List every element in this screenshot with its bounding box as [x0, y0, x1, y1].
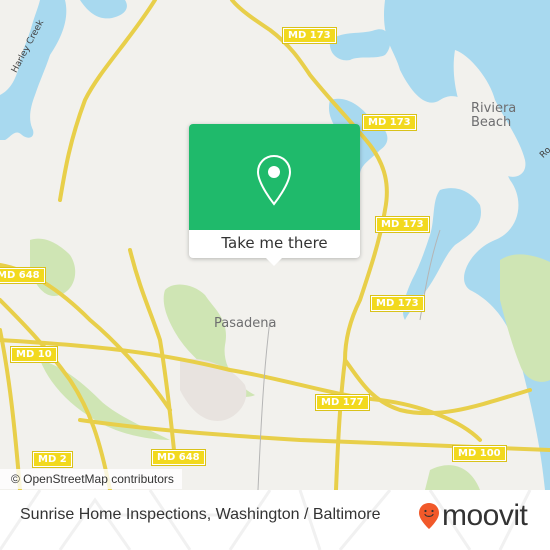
moovit-wordmark: moovit	[442, 499, 528, 532]
place-label-pasadena: Pasadena	[214, 316, 277, 331]
water-cove-upper	[329, 29, 391, 61]
residential-pasadena	[180, 358, 247, 421]
moovit-logo[interactable]: moovit	[418, 499, 528, 532]
road-east-connector	[343, 358, 532, 416]
location-popup[interactable]: Take me there	[189, 124, 360, 266]
shield-md10: MD 10	[10, 346, 58, 363]
road-west-arterial	[58, 0, 157, 202]
shield-md173-south: MD 173	[370, 295, 425, 312]
rail-line	[257, 319, 271, 490]
shield-md173-north: MD 173	[282, 27, 337, 44]
shield-md173-east: MD 173	[375, 216, 430, 233]
water-harley-top	[80, 0, 127, 19]
place-title: Sunrise Home Inspections, Washington / B…	[20, 506, 381, 523]
map-pin-icon	[256, 154, 292, 206]
take-me-there-button[interactable]: Take me there	[189, 230, 360, 258]
footer-bar: Sunrise Home Inspections, Washington / B…	[0, 490, 550, 550]
shield-md177: MD 177	[315, 394, 370, 411]
shield-md648-west: MD 648	[0, 267, 46, 284]
place-label-riviera-line2: Beach	[471, 115, 512, 130]
map-attribution[interactable]: © OpenStreetMap contributors	[0, 469, 182, 489]
shield-md100: MD 100	[452, 445, 507, 462]
shield-md173-center: MD 173	[362, 114, 417, 131]
place-label-riviera-line1: Riviera	[471, 101, 517, 116]
park-southeast	[425, 465, 480, 490]
park-east	[500, 254, 550, 382]
popup-pointer	[266, 258, 282, 266]
popup-header[interactable]	[189, 124, 360, 230]
map-view[interactable]: Harley Creek Ro Riviera Beach Pasadena M…	[0, 0, 550, 490]
place-label-riviera-beach: Riviera Beach	[471, 102, 516, 130]
shield-md648-south: MD 648	[151, 449, 206, 466]
road-north-ns	[334, 358, 347, 490]
shield-md2: MD 2	[32, 451, 73, 468]
moovit-pin-icon	[419, 503, 439, 529]
